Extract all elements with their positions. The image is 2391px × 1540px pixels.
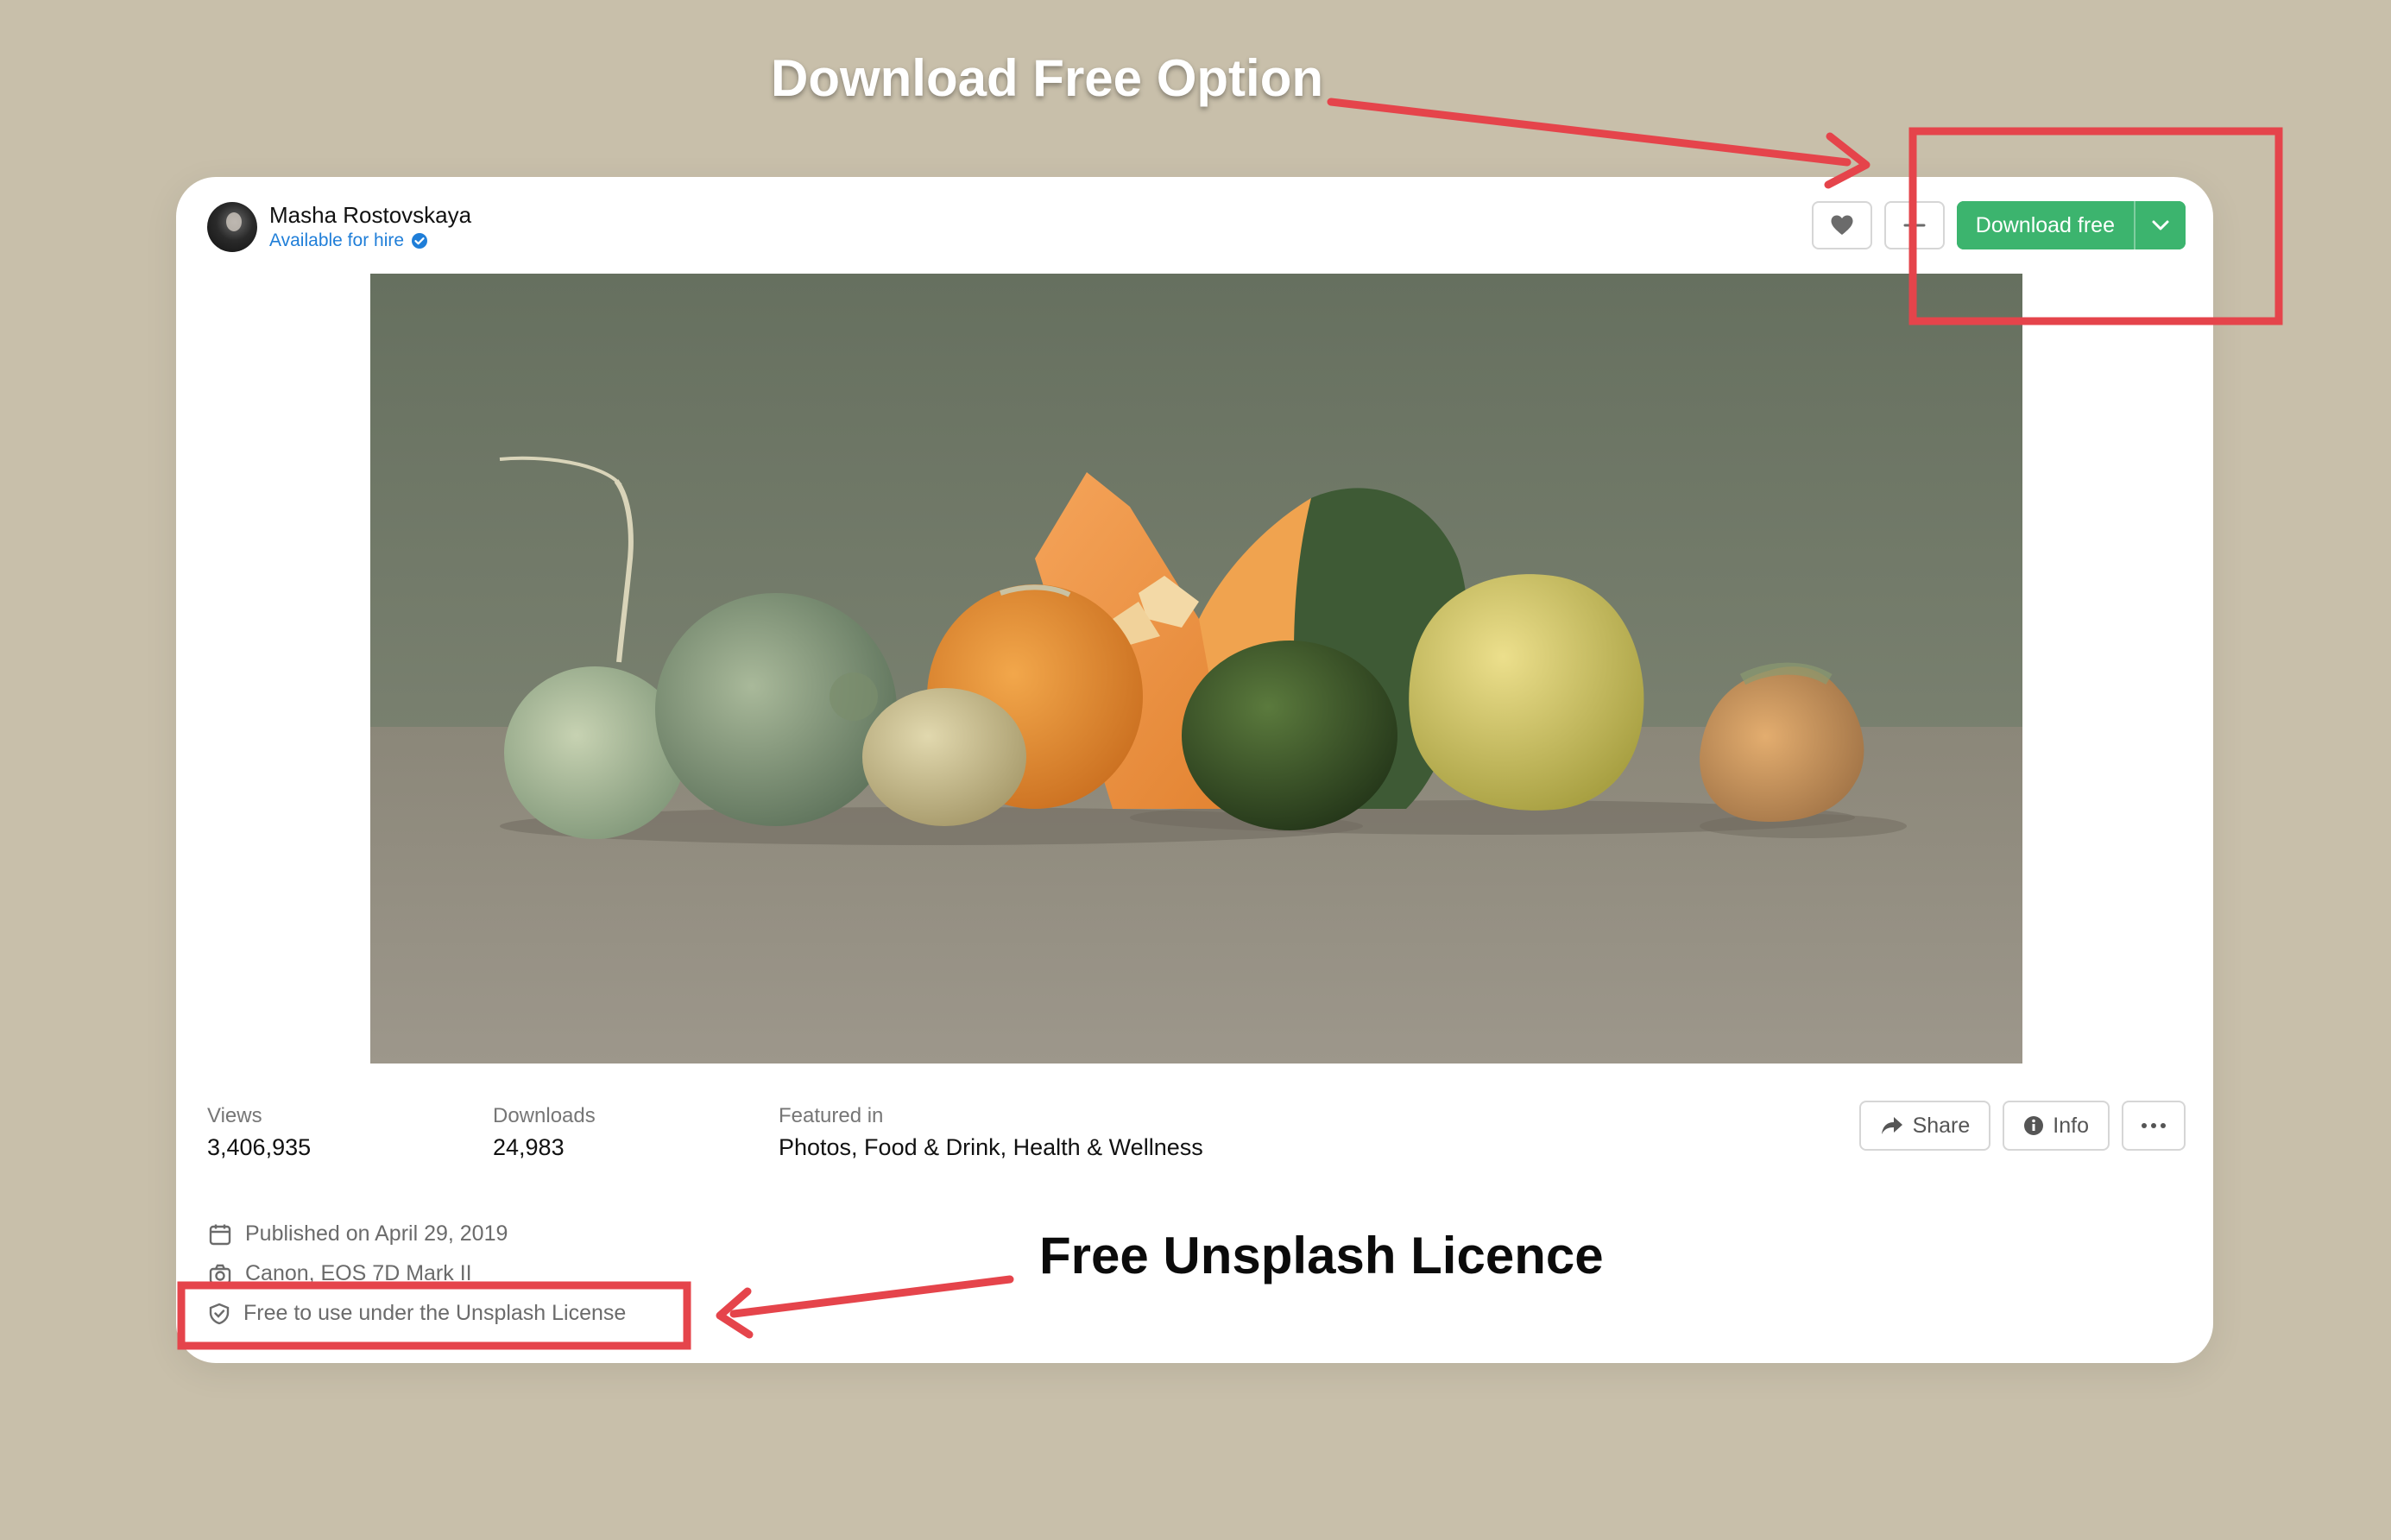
camera-text[interactable]: Canon, EOS 7D Mark II: [245, 1261, 472, 1286]
ellipsis-icon: [2142, 1123, 2166, 1128]
author-block[interactable]: Masha Rostovskaya Available for hire: [207, 201, 471, 253]
author-name[interactable]: Masha Rostovskaya: [269, 201, 471, 229]
featured-value[interactable]: Photos, Food & Drink, Health & Wellness: [779, 1130, 1203, 1164]
published-date: Published on April 29, 2019: [209, 1221, 508, 1247]
share-button[interactable]: Share: [1858, 1101, 1991, 1151]
page: Download Free Option Masha Rostovskaya A…: [0, 0, 2391, 1540]
share-label: Share: [1912, 1113, 1971, 1138]
featured-stat: Featured in Photos, Food & Drink, Health…: [779, 1102, 1203, 1164]
download-button-group: Download free: [1956, 201, 2186, 249]
license-annotation-label: Free Unsplash Licence: [1039, 1227, 1604, 1284]
like-button[interactable]: [1811, 201, 1872, 249]
camera-icon: [209, 1264, 231, 1284]
views-label: Views: [207, 1104, 262, 1127]
download-arrow: [1327, 98, 1871, 189]
downloads-value: 24,983: [493, 1134, 565, 1160]
featured-label: Featured in: [779, 1104, 884, 1127]
avatar[interactable]: [207, 202, 257, 252]
hire-status-label: Available for hire: [269, 230, 405, 250]
info-label: Info: [2053, 1113, 2089, 1138]
chevron-down-icon: [2152, 220, 2169, 230]
verified-badge-icon: [412, 233, 428, 249]
camera-info: Canon, EOS 7D Mark II: [209, 1261, 472, 1286]
author-text: Masha Rostovskaya Available for hire: [269, 201, 471, 253]
add-to-collection-button[interactable]: [1883, 201, 1945, 249]
vegetables-photo: [370, 274, 2022, 1063]
heart-icon: [1831, 215, 1853, 235]
downloads-stat: Downloads 24,983: [493, 1102, 596, 1164]
hire-status[interactable]: Available for hire: [269, 229, 471, 253]
views-stat: Views 3,406,935: [207, 1102, 311, 1164]
info-icon: [2024, 1116, 2044, 1135]
photo-card: Masha Rostovskaya Available for hire Dow…: [176, 177, 2213, 1363]
top-actions: Download free: [1811, 201, 2186, 249]
more-actions-button[interactable]: [2122, 1101, 2186, 1151]
views-value: 3,406,935: [207, 1134, 312, 1160]
download-annotation-label: Download Free Option: [771, 49, 1323, 107]
download-free-button[interactable]: Download free: [1956, 201, 2134, 249]
downloads-label: Downloads: [493, 1104, 596, 1127]
download-options-button[interactable]: [2134, 201, 2186, 249]
info-button[interactable]: Info: [2003, 1101, 2110, 1151]
secondary-actions: Share Info: [1847, 1101, 2186, 1151]
license-info: Free to use under the Unsplash License: [209, 1301, 626, 1326]
published-text: Published on April 29, 2019: [245, 1221, 508, 1246]
main-photo[interactable]: [370, 274, 2022, 1063]
calendar-icon: [209, 1224, 231, 1245]
plus-icon: [1903, 214, 1926, 237]
share-icon: [1881, 1117, 1902, 1134]
license-link[interactable]: Free to use under the Unsplash License: [243, 1301, 626, 1326]
shield-check-icon: [209, 1303, 230, 1324]
